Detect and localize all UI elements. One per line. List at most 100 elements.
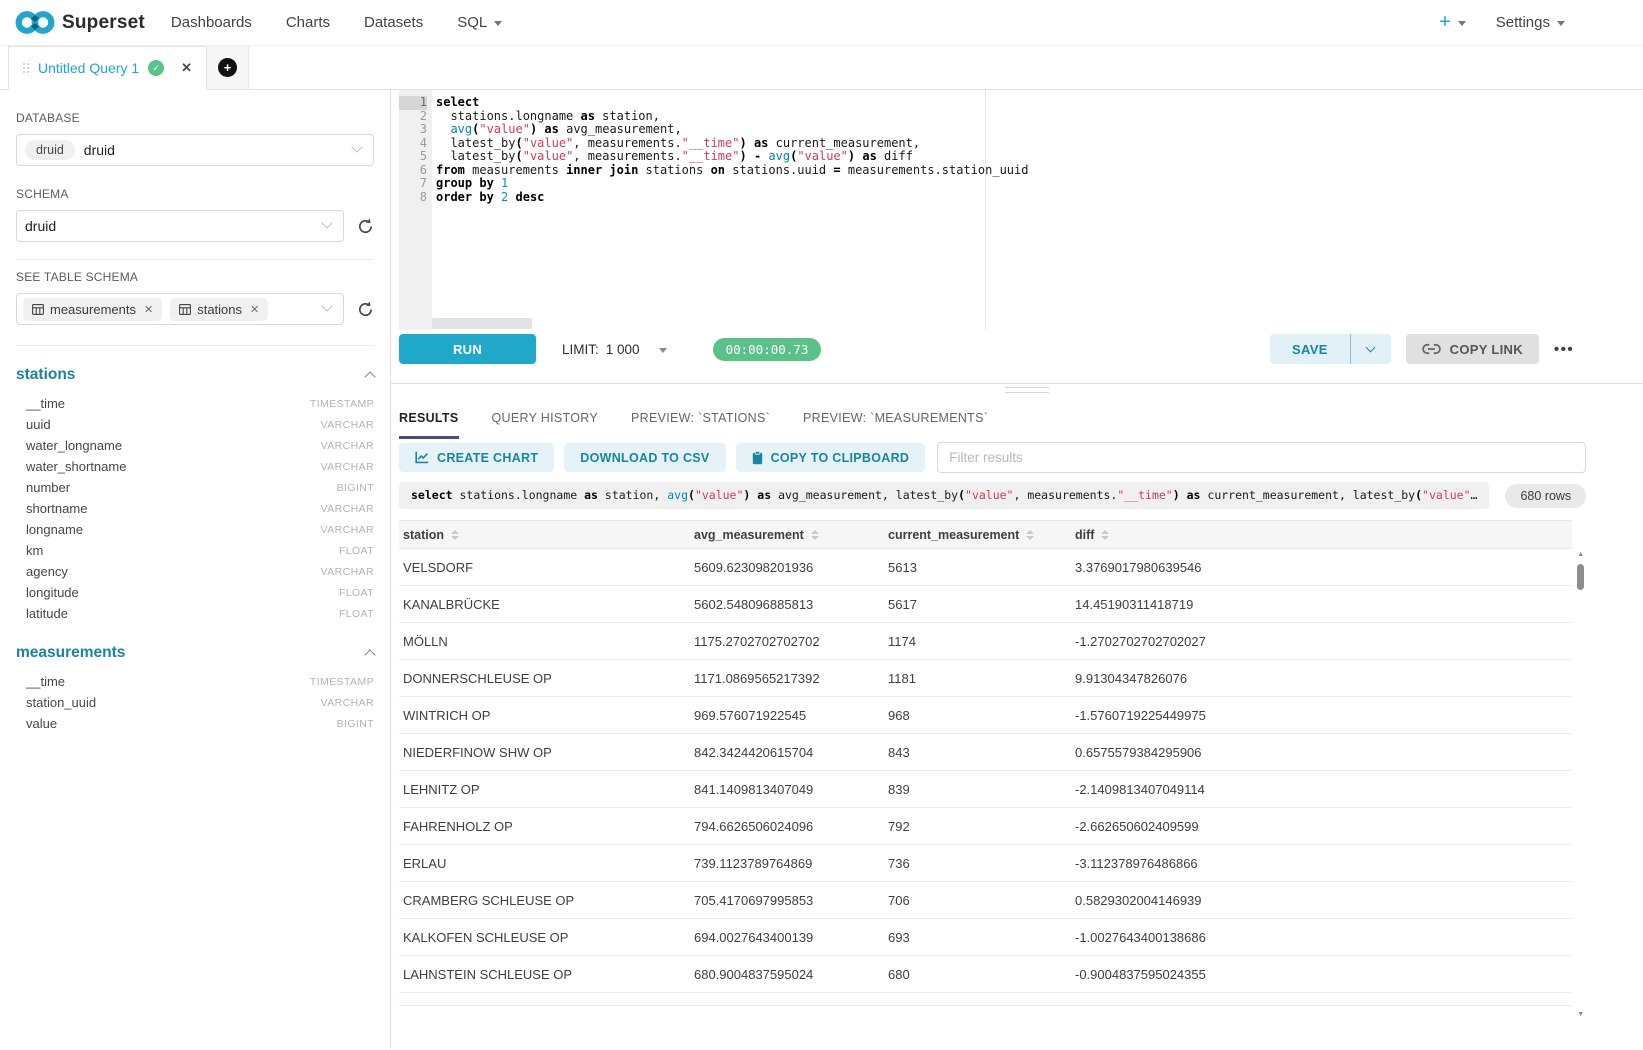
sort-desc-icon	[1026, 536, 1034, 540]
nav-item-datasets[interactable]: Datasets	[364, 0, 423, 45]
table-cell: -2.1409813407049114	[1071, 782, 1572, 797]
sort-icon[interactable]	[451, 530, 459, 540]
sql-token: desc	[516, 190, 545, 204]
drag-grip-icon[interactable]	[23, 63, 29, 73]
settings-dropdown[interactable]: Settings	[1496, 14, 1565, 31]
editor-gutter: 12345678	[399, 90, 432, 330]
sort-icon[interactable]	[1026, 530, 1034, 540]
column-row: agencyVARCHAR	[16, 561, 374, 582]
table-chip-measurements[interactable]: measurements	[23, 298, 162, 321]
table-chip-stations[interactable]: stations	[170, 298, 268, 321]
limit-label: LIMIT:	[562, 342, 599, 357]
schema-select[interactable]: druid	[16, 210, 344, 242]
sort-icon[interactable]	[811, 530, 819, 540]
sql-token: on	[711, 163, 725, 177]
sql-token: …	[1471, 488, 1478, 502]
query-tab-active[interactable]: Untitled Query 1	[8, 46, 207, 90]
database-select[interactable]: druid druid	[16, 134, 374, 166]
results-tab-preview-measurements[interactable]: PREVIEW: `MEASUREMENTS`	[803, 397, 988, 439]
code-line: stations.longname as station,	[436, 110, 1643, 124]
copy-clipboard-button[interactable]: COPY TO CLIPBOARD	[736, 443, 926, 472]
table-schema-select[interactable]: measurements stations	[16, 293, 344, 325]
refresh-tables-button[interactable]	[357, 301, 374, 318]
table-schema-chips: measurements stations	[23, 298, 268, 321]
limit-dropdown[interactable]: LIMIT: 1 000	[562, 342, 667, 357]
results-tab-results[interactable]: RESULTS	[399, 397, 459, 439]
sql-token: "value"	[695, 488, 743, 502]
table-cell: CRAMBERG SCHLEUSE OP	[399, 893, 690, 908]
save-button[interactable]: SAVE	[1270, 334, 1350, 364]
column-header-diff[interactable]: diff	[1071, 528, 1572, 542]
database-value: druid	[84, 142, 115, 158]
scroll-up-icon[interactable]	[1577, 550, 1584, 560]
editor-code[interactable]: select stations.longname as station, avg…	[432, 90, 1643, 330]
line-number: 4	[399, 137, 427, 151]
table-cell: 705.4170697995853	[690, 893, 884, 908]
chevron-down-icon	[1458, 21, 1466, 26]
results-scrollbar[interactable]	[1574, 550, 1587, 1020]
table-row: MÖLLN1175.27027027027021174-1.2702702702…	[399, 623, 1572, 660]
column-type: VARCHAR	[321, 461, 374, 473]
run-button[interactable]: RUN	[399, 334, 536, 364]
table-row: WINTRICH OP969.576071922545968-1.5760719…	[399, 697, 1572, 734]
nav-item-dashboards[interactable]: Dashboards	[171, 0, 252, 45]
sql-token: stations.uuid	[725, 163, 833, 177]
results-tab-preview-stations[interactable]: PREVIEW: `STATIONS`	[631, 397, 770, 439]
table-section-header-stations[interactable]: stations	[16, 366, 374, 384]
column-type: VARCHAR	[321, 440, 374, 452]
column-row: valueBIGINT	[16, 713, 374, 734]
filter-results-input[interactable]	[937, 442, 1586, 473]
sql-editor[interactable]: 12345678 select stations.longname as sta…	[391, 90, 1643, 330]
brand-name: Superset	[62, 12, 145, 34]
column-header-current-measurement[interactable]: current_measurement	[884, 528, 1071, 542]
scrollbar-thumb[interactable]	[1577, 564, 1584, 590]
column-header-station[interactable]: station	[399, 528, 690, 542]
table-cell: KANALBRÜCKE	[399, 597, 690, 612]
table-cell: -1.0027643400138686	[1071, 930, 1572, 945]
sqllab-sidebar: DATABASE druid druid SCHEMA druid SEE TA…	[0, 90, 391, 1049]
column-header-avg-measurement[interactable]: avg_measurement	[690, 528, 884, 542]
superset-logo[interactable]: Superset	[14, 9, 145, 36]
column-type: VARCHAR	[321, 524, 374, 536]
nav-item-charts[interactable]: Charts	[286, 0, 330, 45]
refresh-schemas-button[interactable]	[357, 218, 374, 235]
sort-desc-icon	[451, 536, 459, 540]
table-cell: 842.3424420615704	[690, 745, 884, 760]
download-csv-button[interactable]: DOWNLOAD TO CSV	[564, 443, 725, 472]
sort-icon[interactable]	[1101, 530, 1109, 540]
line-number: 7	[399, 177, 427, 191]
line-number: 3	[399, 123, 427, 137]
table-cell: 739.1123789764869	[690, 856, 884, 871]
save-options-button[interactable]	[1351, 334, 1391, 364]
sql-token: measurements.station_uuid	[841, 163, 1029, 177]
results-tab-query-history[interactable]: QUERY HISTORY	[492, 397, 598, 439]
sql-token: 1	[501, 176, 508, 190]
table-section-header-measurements[interactable]: measurements	[16, 644, 374, 662]
scroll-down-icon[interactable]	[1577, 1010, 1584, 1020]
sql-token: from	[436, 163, 465, 177]
table-cell: FAHRENHOLZ OP	[399, 819, 690, 834]
remove-chip-icon[interactable]	[144, 303, 153, 316]
table-row: ERLAU739.1123789764869736-3.112378976486…	[399, 845, 1572, 882]
sql-token: stations.longname	[453, 488, 585, 502]
sql-token: )	[739, 149, 746, 163]
table-cell: 14.45190311418719	[1071, 597, 1572, 612]
add-tab-button[interactable]	[218, 58, 237, 77]
add-tab-area	[207, 46, 249, 89]
close-tab-icon[interactable]	[181, 60, 192, 76]
nav-item-sql[interactable]: SQL	[457, 0, 502, 45]
sort-desc-icon	[811, 536, 819, 540]
table-row: NIEDERFINOW SHW OP842.34244206157048430.…	[399, 734, 1572, 771]
table-cell: 706	[884, 893, 1071, 908]
remove-chip-icon[interactable]	[250, 303, 259, 316]
more-options-button[interactable]	[1554, 341, 1574, 358]
create-chart-button[interactable]: CREATE CHART	[399, 443, 554, 472]
line-number: 1	[399, 96, 427, 110]
column-name: water_longname	[26, 438, 122, 453]
sql-token: (	[1415, 488, 1422, 502]
new-item-dropdown[interactable]: +	[1439, 11, 1466, 34]
copy-link-button[interactable]: COPY LINK	[1406, 334, 1539, 364]
editor-hscrollbar[interactable]	[432, 318, 532, 329]
pane-drag-handle[interactable]	[1005, 387, 1049, 397]
executed-query-preview[interactable]: select stations.longname as station, avg…	[399, 482, 1489, 509]
